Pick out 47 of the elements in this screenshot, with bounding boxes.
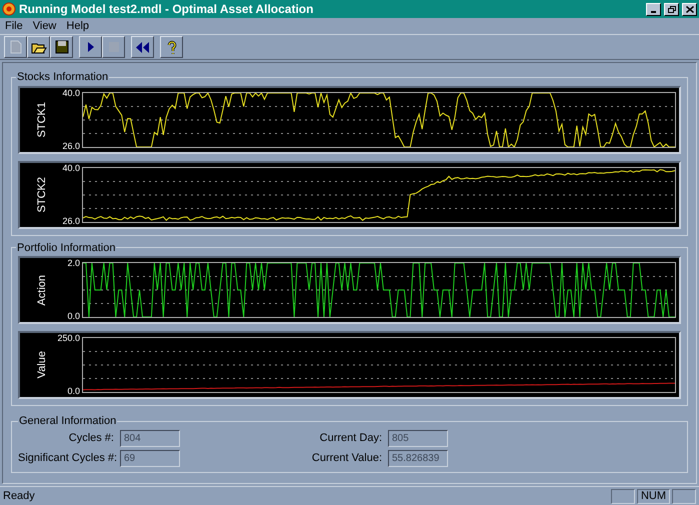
axis-tick: 40.0 (62, 88, 80, 98)
axis-label: Action (34, 274, 49, 306)
menu-item[interactable]: View (32, 18, 56, 34)
axis-tick: 0.0 (67, 312, 80, 321)
axis-tick: 26.0 (62, 216, 80, 226)
document-icon (10, 40, 22, 54)
value-field[interactable]: 55.826839 (388, 450, 448, 466)
field-label: Cycles #: (68, 430, 114, 446)
toolbar-button[interactable] (79, 36, 102, 58)
rewind-icon (136, 42, 149, 52)
group-title: Portfolio Information (16, 240, 116, 256)
status-text: Ready (3, 488, 36, 504)
restore-icon (668, 6, 676, 12)
folder-icon (30, 40, 46, 54)
axis-tick: 250.0 (57, 334, 80, 343)
toolbar-button[interactable] (27, 36, 50, 58)
value-field[interactable]: 69 (120, 450, 180, 466)
axis-label: STCK1 (34, 102, 49, 138)
value-field[interactable]: 804 (120, 430, 180, 446)
group-title: General Information (18, 414, 118, 429)
toolbar-button[interactable] (50, 36, 73, 58)
field-label: Current Value: (310, 450, 382, 466)
axis-label: STCK2 (34, 176, 49, 212)
value-field[interactable]: 805 (388, 430, 448, 446)
group-title: Stocks Information (16, 70, 110, 85)
status-pane (610, 488, 635, 504)
window-title: Running Model test2.mdl - Optimal Asset Allocation (19, 1, 314, 18)
menu-item[interactable]: Help (66, 18, 90, 34)
axis-tick: 40.0 (62, 164, 80, 172)
axis-tick: 26.0 (62, 142, 80, 150)
question-mark-icon (166, 40, 176, 54)
axis-tick: 0.0 (67, 387, 80, 396)
close-icon (686, 6, 694, 12)
toolbar-button[interactable] (160, 36, 183, 58)
restore-button[interactable] (664, 2, 679, 16)
axis-label: Value (34, 351, 49, 379)
field-label: Current Day: (318, 430, 382, 446)
field-label: Significant Cycles #: (18, 450, 114, 466)
play-icon (86, 41, 94, 53)
app-icon (2, 2, 16, 16)
minimize-button[interactable] (646, 2, 661, 16)
axis-tick: 2.0 (67, 259, 80, 268)
status-pane (672, 488, 696, 504)
close-button[interactable] (682, 2, 697, 16)
status-indicator: NUM (636, 488, 670, 504)
menu-item[interactable]: File (5, 18, 23, 34)
toolbar-button[interactable] (131, 36, 154, 58)
